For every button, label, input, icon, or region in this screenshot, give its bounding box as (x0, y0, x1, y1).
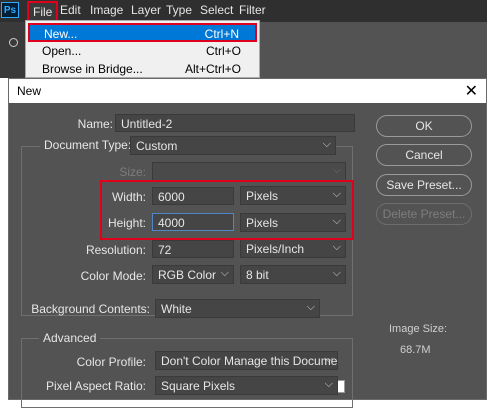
chevron-down-icon: ⌵ (324, 378, 333, 390)
menu-item-label: New... (44, 27, 78, 41)
color-profile-select[interactable]: Don't Color Manage this Document ⌵ (155, 351, 338, 370)
photoshop-logo: Ps (1, 2, 19, 18)
doc-type-value: Custom (136, 139, 178, 153)
menu-item-label: Browse in Bridge... (42, 62, 143, 76)
resolution-unit-select[interactable]: Pixels/Inch ⌵ (240, 239, 346, 258)
menu-bar: Ps File Edit Image Layer Type Select Fil… (0, 0, 487, 23)
resolution-label: Resolution: (85, 243, 146, 257)
advanced-label: Advanced (39, 331, 101, 345)
menu-layer[interactable]: Layer (131, 3, 161, 17)
menu-item-open[interactable]: Open... Ctrl+O (28, 42, 257, 61)
menu-item-shortcut: Ctrl+O (205, 44, 241, 58)
image-size-label: Image Size: (389, 323, 448, 335)
chevron-down-icon: ⌵ (306, 301, 315, 313)
chevron-down-icon: ⌵ (322, 138, 331, 150)
save-preset-button[interactable]: Save Preset... (376, 174, 472, 196)
size-label: Size: (119, 165, 146, 179)
color-mode-value: RGB Color (158, 268, 217, 282)
chevron-down-icon: ⌵ (332, 267, 341, 279)
pixel-aspect-ratio-value: Square Pixels (161, 379, 236, 393)
tool-options-strip (0, 22, 25, 78)
width-height-highlight (100, 180, 354, 240)
menu-item-new[interactable]: New... Ctrl+N (28, 23, 257, 42)
chevron-down-icon: ⌵ (220, 267, 229, 279)
dialog-titlebar: New ✕ (9, 79, 486, 103)
chevron-down-icon: ⌵ (332, 164, 341, 176)
background-contents-select[interactable]: White ⌵ (155, 299, 320, 318)
color-mode-select[interactable]: RGB Color ⌵ (152, 265, 234, 284)
color-profile-label: Color Profile: (76, 355, 146, 369)
size-select: ⌵ (152, 162, 346, 181)
advanced-group (21, 338, 353, 408)
menu-filter[interactable]: Filter (239, 3, 266, 17)
menu-type[interactable]: Type (166, 3, 192, 17)
new-document-dialog: New ✕ Name: Untitled-2 Document Type: Cu… (8, 78, 487, 408)
close-icon[interactable]: ✕ (465, 81, 478, 101)
pixel-aspect-ratio-select[interactable]: Square Pixels ⌵ (155, 376, 338, 395)
pixel-aspect-ratio-label: Pixel Aspect Ratio: (45, 379, 146, 393)
name-label: Name: (77, 117, 113, 131)
dialog-title: New (17, 84, 42, 98)
resolution-unit-value: Pixels/Inch (246, 242, 305, 256)
chevron-down-icon: ⌵ (332, 241, 341, 253)
resolution-input[interactable]: 72 (152, 240, 234, 258)
bit-depth-value: 8 bit (246, 268, 269, 282)
menu-item-shortcut: Alt+Ctrl+O (184, 62, 241, 76)
chevron-down-icon: ⌵ (324, 353, 333, 365)
menu-image[interactable]: Image (90, 3, 123, 17)
workspace-background (260, 22, 487, 78)
bit-depth-select[interactable]: 8 bit ⌵ (240, 265, 346, 284)
background-contents-value: White (161, 302, 192, 316)
cancel-button[interactable]: Cancel (376, 144, 472, 166)
ok-button[interactable]: OK (376, 115, 472, 137)
file-menu-dropdown: New... Ctrl+N Open... Ctrl+O Browse in B… (25, 20, 260, 78)
menu-item-label: Open... (42, 44, 82, 58)
background-contents-label: Background Contents: (31, 302, 150, 316)
brush-tool-icon[interactable] (9, 38, 18, 47)
app-top-strip: Ps File Edit Image Layer Type Select Fil… (0, 0, 487, 78)
delete-preset-button: Delete Preset... (376, 203, 472, 225)
image-size-value: 68.7M (400, 344, 431, 356)
color-profile-value: Don't Color Manage this Document (161, 354, 338, 368)
menu-edit[interactable]: Edit (60, 3, 81, 17)
name-input[interactable]: Untitled-2 (115, 114, 355, 132)
menu-select[interactable]: Select (200, 3, 233, 17)
menu-item-browse-in-bridge[interactable]: Browse in Bridge... Alt+Ctrl+O (28, 60, 257, 79)
doc-type-select[interactable]: Custom ⌵ (130, 136, 336, 155)
doc-type-label: Document Type: (40, 138, 136, 152)
menu-item-shortcut: Ctrl+N (204, 27, 239, 41)
color-mode-label: Color Mode: (80, 269, 146, 283)
